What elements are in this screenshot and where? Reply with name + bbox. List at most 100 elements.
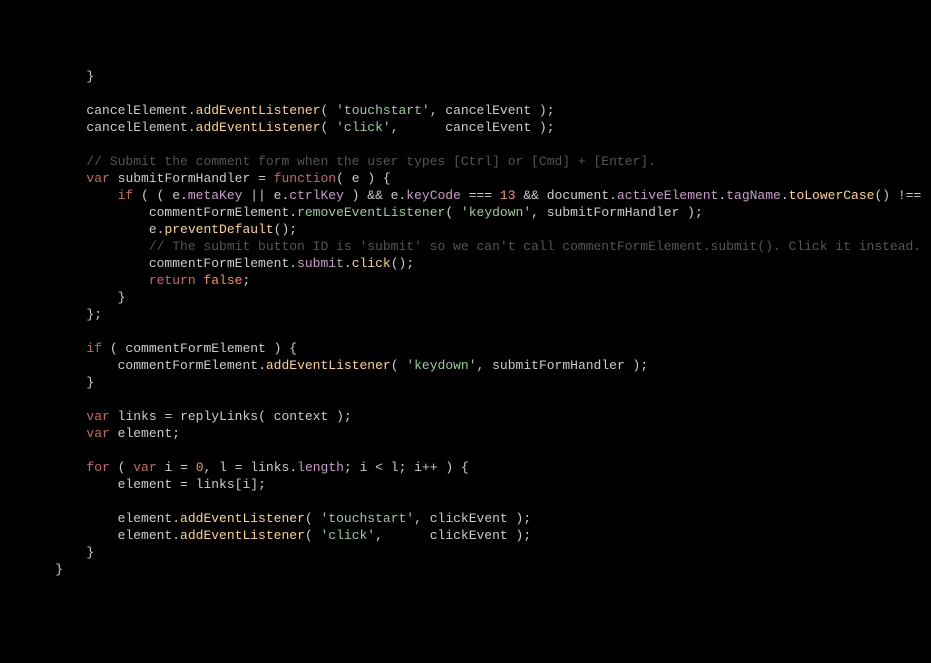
code-token: ( bbox=[320, 120, 336, 135]
code-token: var bbox=[86, 171, 117, 186]
code-token: 0 bbox=[196, 460, 204, 475]
code-line[interactable]: for ( var i = 0, l = links.length; i < l… bbox=[24, 459, 931, 476]
code-token: , submitFormHandler ); bbox=[531, 205, 703, 220]
code-line[interactable]: }; bbox=[24, 306, 931, 323]
code-token: addEventListener bbox=[266, 358, 391, 373]
code-token: element bbox=[118, 426, 173, 441]
code-line[interactable]: element = links[i]; bbox=[24, 476, 931, 493]
code-line[interactable]: } bbox=[24, 289, 931, 306]
code-token: element bbox=[118, 528, 173, 543]
code-line[interactable]: if ( ( e.metaKey || e.ctrlKey ) && e.key… bbox=[24, 187, 931, 204]
code-token: } bbox=[86, 545, 94, 560]
code-token: tagName bbox=[726, 188, 781, 203]
code-token: function bbox=[274, 171, 336, 186]
code-line[interactable]: } bbox=[24, 544, 931, 561]
code-line[interactable]: cancelElement.addEventListener( 'touchst… bbox=[24, 102, 931, 119]
code-line[interactable]: var submitFormHandler = function( e ) { bbox=[24, 170, 931, 187]
code-token: addEventListener bbox=[180, 511, 305, 526]
code-token: , submitFormHandler ); bbox=[477, 358, 649, 373]
code-token: , l bbox=[204, 460, 235, 475]
code-token: ( context ); bbox=[258, 409, 352, 424]
code-token: element bbox=[118, 511, 173, 526]
code-line[interactable] bbox=[24, 136, 931, 153]
code-token: . bbox=[344, 256, 352, 271]
code-line[interactable]: var links = replyLinks( context ); bbox=[24, 408, 931, 425]
code-line[interactable]: cancelElement.addEventListener( 'click',… bbox=[24, 119, 931, 136]
code-line[interactable]: // The submit button ID is 'submit' so w… bbox=[24, 238, 931, 255]
code-token: (); bbox=[274, 222, 297, 237]
code-token: } bbox=[86, 69, 94, 84]
code-token: = bbox=[235, 460, 251, 475]
code-line[interactable]: } bbox=[24, 374, 931, 391]
code-line[interactable]: element.addEventListener( 'click', click… bbox=[24, 527, 931, 544]
code-token: toLowerCase bbox=[789, 188, 875, 203]
code-line[interactable]: e.preventDefault(); bbox=[24, 221, 931, 238]
code-token: . bbox=[188, 120, 196, 135]
code-token: ; bbox=[172, 426, 180, 441]
code-line[interactable]: if ( commentFormElement ) { bbox=[24, 340, 931, 357]
code-token: ( e ) { bbox=[336, 171, 391, 186]
code-token: cancelElement bbox=[86, 103, 187, 118]
code-token: for bbox=[86, 460, 117, 475]
code-token: // Submit the comment form when the user… bbox=[86, 154, 656, 169]
code-token: 'click' bbox=[336, 120, 391, 135]
code-token: (); bbox=[391, 256, 414, 271]
code-token: . bbox=[258, 358, 266, 373]
code-token: i bbox=[164, 460, 180, 475]
code-token: ctrlKey bbox=[289, 188, 344, 203]
code-token: 'keydown' bbox=[406, 358, 476, 373]
code-line[interactable]: } bbox=[24, 561, 931, 578]
code-token: = bbox=[180, 477, 196, 492]
code-token: } bbox=[118, 290, 126, 305]
code-token: ( ( e. bbox=[141, 188, 188, 203]
code-token: = bbox=[258, 171, 274, 186]
code-token: . bbox=[781, 188, 789, 203]
code-token: replyLinks bbox=[180, 409, 258, 424]
code-line[interactable]: commentFormElement.removeEventListener( … bbox=[24, 204, 931, 221]
code-line[interactable] bbox=[24, 391, 931, 408]
code-token: . bbox=[289, 205, 297, 220]
code-token: || e. bbox=[242, 188, 289, 203]
code-token: element bbox=[118, 477, 180, 492]
code-line[interactable] bbox=[24, 323, 931, 340]
code-token: () !== bbox=[874, 188, 929, 203]
code-token: , clickEvent ); bbox=[375, 528, 531, 543]
code-token: if bbox=[86, 341, 109, 356]
code-token: preventDefault bbox=[164, 222, 273, 237]
code-token: commentFormElement bbox=[149, 205, 289, 220]
code-token: links bbox=[196, 477, 235, 492]
code-token: commentFormElement bbox=[118, 358, 258, 373]
code-token: } bbox=[55, 562, 63, 577]
code-line[interactable]: var element; bbox=[24, 425, 931, 442]
code-token: submitFormHandler bbox=[118, 171, 258, 186]
code-line[interactable]: commentFormElement.addEventListener( 'ke… bbox=[24, 357, 931, 374]
code-line[interactable] bbox=[24, 85, 931, 102]
code-token: && bbox=[516, 188, 547, 203]
code-line[interactable]: // Submit the comment form when the user… bbox=[24, 153, 931, 170]
code-line[interactable]: return false; bbox=[24, 272, 931, 289]
code-token: ( bbox=[305, 511, 321, 526]
code-token: // The submit button ID is 'submit' so w… bbox=[149, 239, 921, 254]
code-token: keyCode bbox=[406, 188, 461, 203]
code-token: , cancelEvent ); bbox=[391, 120, 555, 135]
code-line[interactable]: element.addEventListener( 'touchstart', … bbox=[24, 510, 931, 527]
code-token: false bbox=[203, 273, 242, 288]
code-line[interactable] bbox=[24, 493, 931, 510]
code-token: 'keydown' bbox=[461, 205, 531, 220]
code-token: } bbox=[86, 375, 94, 390]
code-token: submit bbox=[297, 256, 344, 271]
code-token: cancelElement bbox=[86, 120, 187, 135]
code-token: , cancelEvent ); bbox=[430, 103, 555, 118]
code-editor[interactable]: } cancelElement.addEventListener( 'touch… bbox=[0, 68, 931, 578]
code-line[interactable] bbox=[24, 442, 931, 459]
code-token: . bbox=[609, 188, 617, 203]
code-token: var bbox=[86, 409, 117, 424]
code-token: . bbox=[172, 528, 180, 543]
code-line[interactable]: } bbox=[24, 68, 931, 85]
code-token: commentFormElement bbox=[149, 256, 289, 271]
code-token: ( bbox=[305, 528, 321, 543]
code-line[interactable]: commentFormElement.submit.click(); bbox=[24, 255, 931, 272]
code-token: ( bbox=[320, 103, 336, 118]
code-token: ( bbox=[445, 205, 461, 220]
code-token: var bbox=[86, 426, 117, 441]
